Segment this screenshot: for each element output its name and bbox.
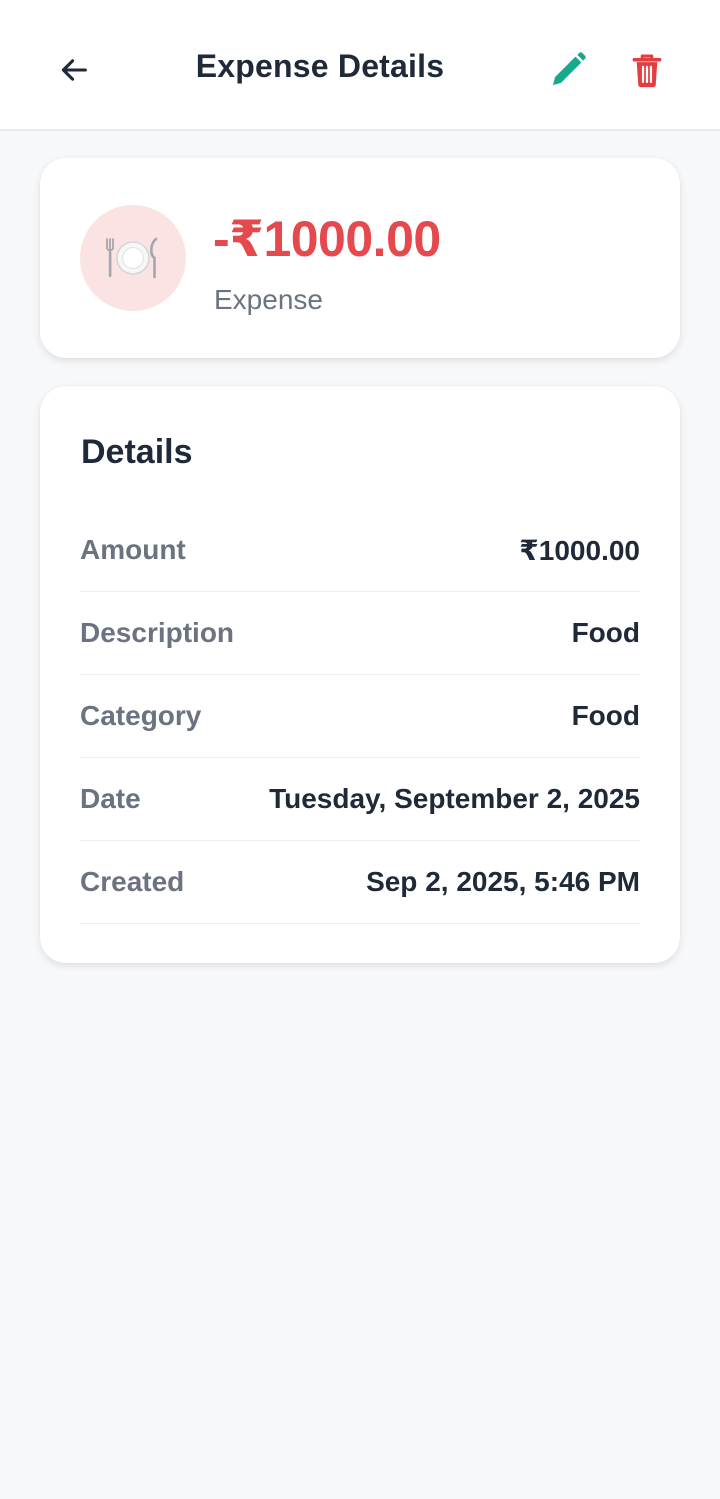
details-list: Amount ₹1000.00 Description Food Categor… (80, 509, 640, 924)
pencil-icon (553, 52, 586, 85)
arrow-left-icon (61, 59, 87, 81)
page-title: Expense Details (195, 48, 445, 84)
detail-row-description: Description Food (80, 592, 640, 675)
detail-label: Amount (80, 534, 186, 565)
detail-row-created: Created Sep 2, 2025, 5:46 PM (80, 841, 640, 924)
detail-value: ₹1000.00 (519, 534, 640, 566)
detail-label: Date (80, 783, 141, 814)
app-header: Expense Details (0, 0, 720, 131)
detail-value: Tuesday, September 2, 2025 (269, 783, 640, 814)
detail-value: Food (571, 617, 640, 648)
details-heading: Details (81, 433, 193, 471)
detail-label: Description (80, 617, 235, 648)
detail-row-amount: Amount ₹1000.00 (80, 509, 640, 592)
detail-label: Created (80, 866, 185, 897)
transaction-amount: -₹1000.00 (213, 211, 441, 267)
detail-row-date: Date Tuesday, September 2, 2025 (80, 758, 640, 841)
back-button[interactable] (46, 42, 102, 98)
detail-value: Food (571, 700, 640, 731)
details-card: Details Amount ₹1000.00 Description Food… (40, 386, 680, 963)
plate-cutlery-icon (106, 237, 158, 279)
trash-icon (632, 54, 662, 88)
detail-row-category: Category Food (80, 675, 640, 758)
edit-button[interactable] (540, 42, 596, 98)
category-icon-circle (80, 205, 186, 311)
delete-button[interactable] (619, 42, 675, 98)
transaction-type: Expense (214, 284, 323, 315)
summary-card: -₹1000.00 Expense (40, 158, 680, 358)
detail-label: Category (80, 700, 202, 731)
detail-value: Sep 2, 2025, 5:46 PM (366, 866, 640, 897)
